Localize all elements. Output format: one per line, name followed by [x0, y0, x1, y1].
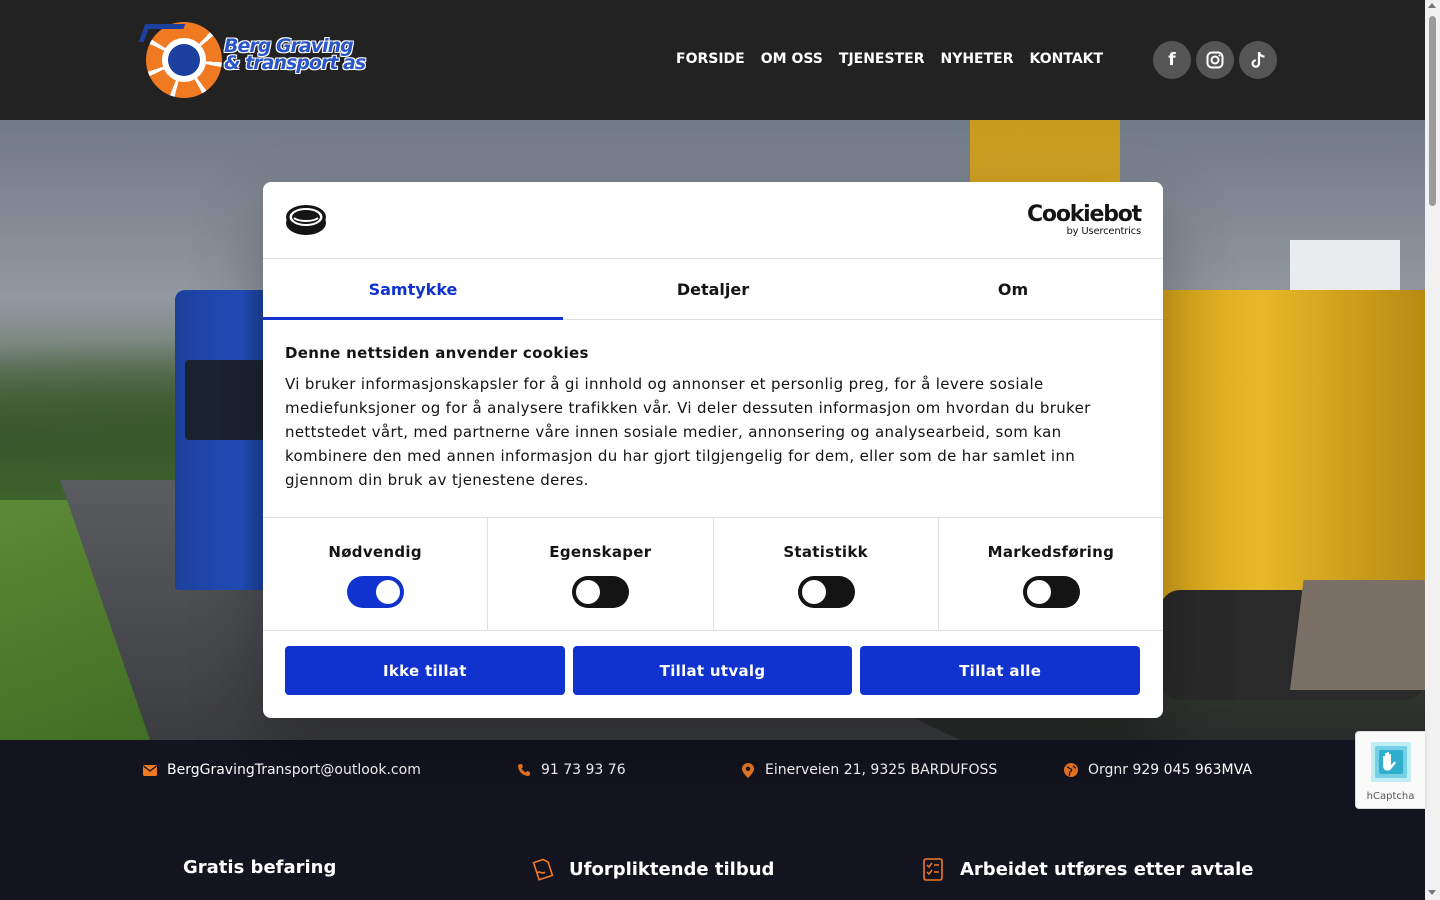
dialog-body: Denne nettsiden anvender cookies Vi bruk…: [285, 344, 1135, 492]
map-pin-icon: [741, 762, 755, 778]
contact-email[interactable]: BergGravingTransport@outlook.com: [143, 762, 421, 778]
tab-samtykke[interactable]: Samtykke: [263, 259, 563, 320]
cookie-consent-dialog: Cookiebot by Usercentrics Samtykke Detal…: [263, 182, 1163, 718]
envelope-icon: [143, 763, 157, 777]
toggle-label: Nødvendig: [328, 543, 422, 561]
nav-om-oss[interactable]: OM OSS: [761, 51, 823, 67]
toggle-label: Egenskaper: [549, 543, 652, 561]
toggle-label: Statistikk: [783, 543, 868, 561]
toggle-cell-statistikk: Statistikk: [714, 518, 939, 630]
feature-uforpliktende-tilbud: Uforpliktende tilbud: [531, 857, 774, 881]
logo[interactable]: Berg Graving & transport as: [138, 20, 366, 100]
toggle-label: Markedsføring: [987, 543, 1115, 561]
consent-toggles: Nødvendig Egenskaper Statistikk Markedsf…: [263, 517, 1163, 631]
tab-om[interactable]: Om: [863, 259, 1163, 319]
toggle-cell-egenskaper: Egenskaper: [488, 518, 714, 630]
toggle-markedsforing[interactable]: [1022, 576, 1080, 608]
facebook-icon[interactable]: f: [1153, 41, 1191, 79]
cookiebot-logo-icon: [285, 204, 327, 236]
allow-all-button[interactable]: Tillat alle: [860, 646, 1141, 695]
main-nav: FORSIDE OM OSS TJENESTER NYHETER KONTAKT: [676, 51, 1119, 67]
dialog-title: Denne nettsiden anvender cookies: [285, 344, 589, 362]
logo-text: Berg Graving & transport as: [224, 35, 366, 74]
scroll-down-arrow-icon[interactable]: [1428, 890, 1436, 895]
dialog-description: Vi bruker informasjonskapsler for å gi i…: [285, 375, 1091, 489]
checklist-icon: [922, 857, 946, 881]
contact-orgnr: Orgnr 929 045 963MVA: [1064, 762, 1252, 778]
toggle-nodvendig[interactable]: [347, 576, 405, 608]
toggle-cell-markedsforing: Markedsføring: [939, 518, 1163, 630]
feature-gratis-befaring: Gratis befaring: [183, 857, 337, 878]
hcaptcha-hand-icon: [1367, 738, 1415, 786]
nav-forside[interactable]: FORSIDE: [676, 51, 745, 67]
dialog-header: Cookiebot by Usercentrics: [263, 182, 1163, 259]
deny-button[interactable]: Ikke tillat: [285, 646, 565, 695]
hcaptcha-badge[interactable]: hCaptcha: [1355, 731, 1425, 809]
nav-nyheter[interactable]: NYHETER: [940, 51, 1013, 67]
scrollbar[interactable]: [1425, 0, 1440, 900]
tiktok-icon[interactable]: [1239, 41, 1277, 79]
nav-tjenester[interactable]: TJENESTER: [839, 51, 925, 67]
dialog-buttons: Ikke tillat Tillat utvalg Tillat alle: [285, 646, 1141, 695]
features-section: Gratis befaring Uforpliktende tilbud Arb…: [0, 800, 1425, 900]
toggle-egenskaper[interactable]: [572, 576, 630, 608]
allow-selection-button[interactable]: Tillat utvalg: [572, 646, 853, 695]
site-header: Berg Graving & transport as FORSIDE OM O…: [0, 0, 1425, 120]
instagram-icon[interactable]: [1196, 41, 1234, 79]
contact-info-bar: BergGravingTransport@outlook.com 91 73 9…: [0, 740, 1425, 800]
nav-kontakt[interactable]: KONTAKT: [1030, 51, 1104, 67]
feature-arbeidet-utfores: Arbeidet utføres etter avtale: [922, 857, 1254, 881]
globe-icon: [1064, 763, 1078, 777]
cookiebot-brand[interactable]: Cookiebot by Usercentrics: [1027, 204, 1142, 238]
signature-icon: [531, 857, 555, 881]
contact-phone[interactable]: 91 73 93 76: [517, 762, 626, 778]
phone-icon: [517, 763, 531, 777]
hcaptcha-label: hCaptcha: [1366, 791, 1415, 802]
scroll-up-arrow-icon[interactable]: [1428, 3, 1436, 8]
dialog-tabs: Samtykke Detaljer Om: [263, 259, 1163, 320]
scrollbar-thumb[interactable]: [1429, 16, 1436, 206]
tab-detaljer[interactable]: Detaljer: [563, 259, 863, 319]
toggle-statistikk[interactable]: [797, 576, 855, 608]
toggle-cell-nodvendig: Nødvendig: [263, 518, 489, 630]
excavator-icon: [138, 24, 186, 42]
contact-address[interactable]: Einerveien 21, 9325 BARDUFOSS: [741, 762, 997, 778]
